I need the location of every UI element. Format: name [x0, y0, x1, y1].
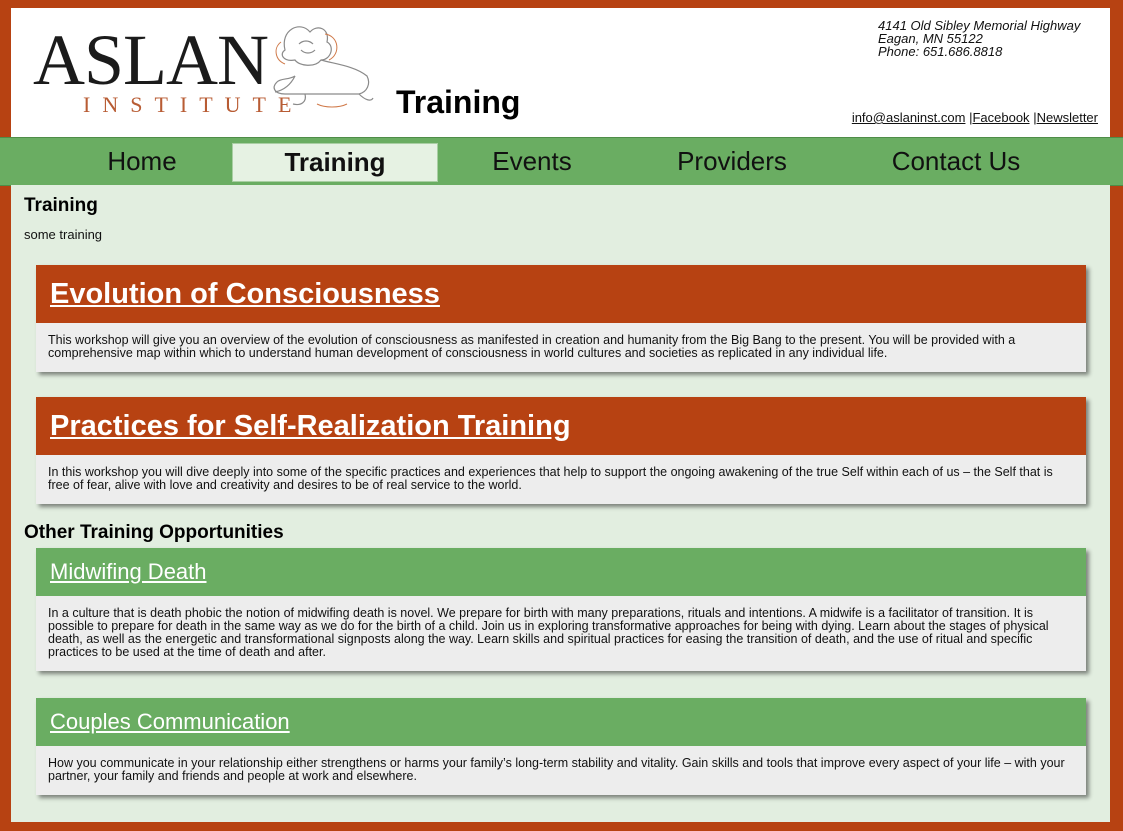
other-training-card-body: How you communicate in your relationship…	[48, 756, 1065, 783]
nav-item-contact-us[interactable]: Contact Us	[872, 138, 1040, 185]
address-block: 4141 Old Sibley Memorial Highway Eagan, …	[878, 19, 1098, 58]
other-training-card: Midwifing Death In a culture that is dea…	[36, 548, 1086, 671]
email-link[interactable]: info@aslaninst.com	[852, 110, 966, 125]
lion-icon	[273, 26, 374, 108]
content-title: Training	[24, 195, 98, 216]
other-training-card-body: In a culture that is death phobic the no…	[48, 606, 1049, 659]
training-card-header: Practices for Self-Realization Training	[36, 397, 1086, 455]
nav-item-home[interactable]: Home	[72, 138, 212, 185]
newsletter-link[interactable]: Newsletter	[1037, 110, 1098, 125]
header-links: info@aslaninst.com |Facebook |Newsletter	[852, 110, 1098, 125]
page-frame: ASLAN INSTITUTE Training 4141 Old Sibley…	[0, 8, 1123, 822]
other-training-card-header: Couples Communication	[36, 698, 1086, 746]
training-card-header: Evolution of Consciousness	[36, 265, 1086, 323]
other-training-title-link[interactable]: Midwifing Death	[50, 559, 207, 585]
other-training-title-link[interactable]: Couples Communication	[50, 709, 290, 735]
training-card-body: This workshop will give you an overview …	[48, 333, 1016, 360]
other-training-card-header: Midwifing Death	[36, 548, 1086, 596]
training-card-body: In this workshop you will dive deeply in…	[48, 465, 1053, 492]
aslan-logo[interactable]: ASLAN INSTITUTE	[29, 20, 374, 120]
page-title: Training	[396, 84, 521, 120]
main-nav: Home Training Events Providers Contact U…	[0, 137, 1123, 186]
nav-item-training[interactable]: Training	[232, 143, 438, 182]
main-content: Training some training Evolution of Cons…	[11, 185, 1110, 822]
training-title-link[interactable]: Evolution of Consciousness	[50, 278, 440, 311]
other-training-card: Couples Communication How you communicat…	[36, 698, 1086, 795]
site-header: ASLAN INSTITUTE Training 4141 Old Sibley…	[11, 8, 1110, 137]
training-card: Practices for Self-Realization Training …	[36, 397, 1086, 504]
facebook-link[interactable]: Facebook	[972, 110, 1029, 125]
address-line-phone: Phone: 651.686.8818	[878, 44, 1003, 59]
logo-wordmark: ASLAN	[33, 20, 269, 100]
nav-item-events[interactable]: Events	[462, 138, 602, 185]
content-intro: some training	[24, 227, 103, 242]
training-title-link[interactable]: Practices for Self-Realization Training	[50, 410, 571, 443]
training-card: Evolution of Consciousness This workshop…	[36, 265, 1086, 372]
nav-item-providers[interactable]: Providers	[650, 138, 814, 185]
other-training-heading: Other Training Opportunities	[24, 522, 284, 543]
